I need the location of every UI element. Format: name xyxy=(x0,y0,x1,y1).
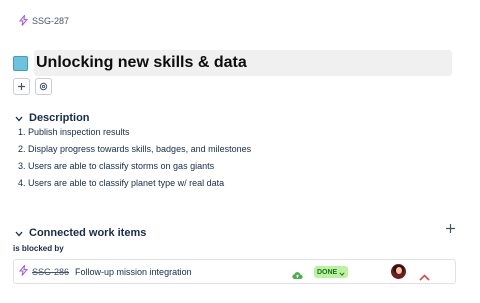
relationship-label: is blocked by xyxy=(13,244,64,253)
avatar[interactable] xyxy=(391,264,406,279)
add-button[interactable] xyxy=(13,78,30,95)
settings-icon xyxy=(39,78,48,96)
breadcrumb: SSG-287 xyxy=(19,15,69,26)
chevron-down-icon xyxy=(15,224,23,242)
plus-icon xyxy=(17,78,26,96)
action-bar xyxy=(13,78,52,95)
breadcrumb-issue-key[interactable]: SSG-287 xyxy=(32,16,69,26)
page-title: Unlocking new skills & data xyxy=(36,54,247,71)
chevron-down-icon xyxy=(15,109,23,127)
title-field[interactable]: Unlocking new skills & data xyxy=(34,50,452,76)
work-item-key[interactable]: SSG-286 xyxy=(32,267,69,277)
priority-high-icon[interactable] xyxy=(419,268,430,286)
list-item: 4. Users are able to classify planet typ… xyxy=(18,178,225,188)
list-item: 3. Users are able to classify storms on … xyxy=(18,161,215,171)
color-swatch[interactable] xyxy=(13,55,28,71)
description-list: 1. Publish inspection results 2. Display… xyxy=(18,126,251,194)
list-item: 1. Publish inspection results xyxy=(18,127,130,137)
connected-work-items-heading: Connected work items xyxy=(29,227,147,239)
connected-work-item[interactable]: SSG-286 Follow-up mission integration DO… xyxy=(13,259,456,284)
plus-icon xyxy=(445,221,456,239)
work-item-summary[interactable]: Follow-up mission integration xyxy=(75,267,192,277)
connected-work-items-toggle[interactable]: Connected work items xyxy=(15,224,146,242)
title-row: Unlocking new skills & data xyxy=(13,50,452,76)
status-dropdown[interactable]: DONE xyxy=(314,263,349,281)
list-item: 2. Display progress towards skills, badg… xyxy=(18,144,252,154)
settings-button[interactable] xyxy=(35,78,52,95)
description-heading: Description xyxy=(29,112,90,124)
chevron-down-icon xyxy=(339,263,345,281)
cloud-upload-icon xyxy=(292,267,303,285)
add-connected-item-button[interactable] xyxy=(444,223,457,236)
status-label: DONE xyxy=(317,268,338,276)
lightning-icon xyxy=(18,263,29,281)
lightning-icon xyxy=(19,15,28,26)
description-toggle[interactable]: Description xyxy=(15,109,90,127)
